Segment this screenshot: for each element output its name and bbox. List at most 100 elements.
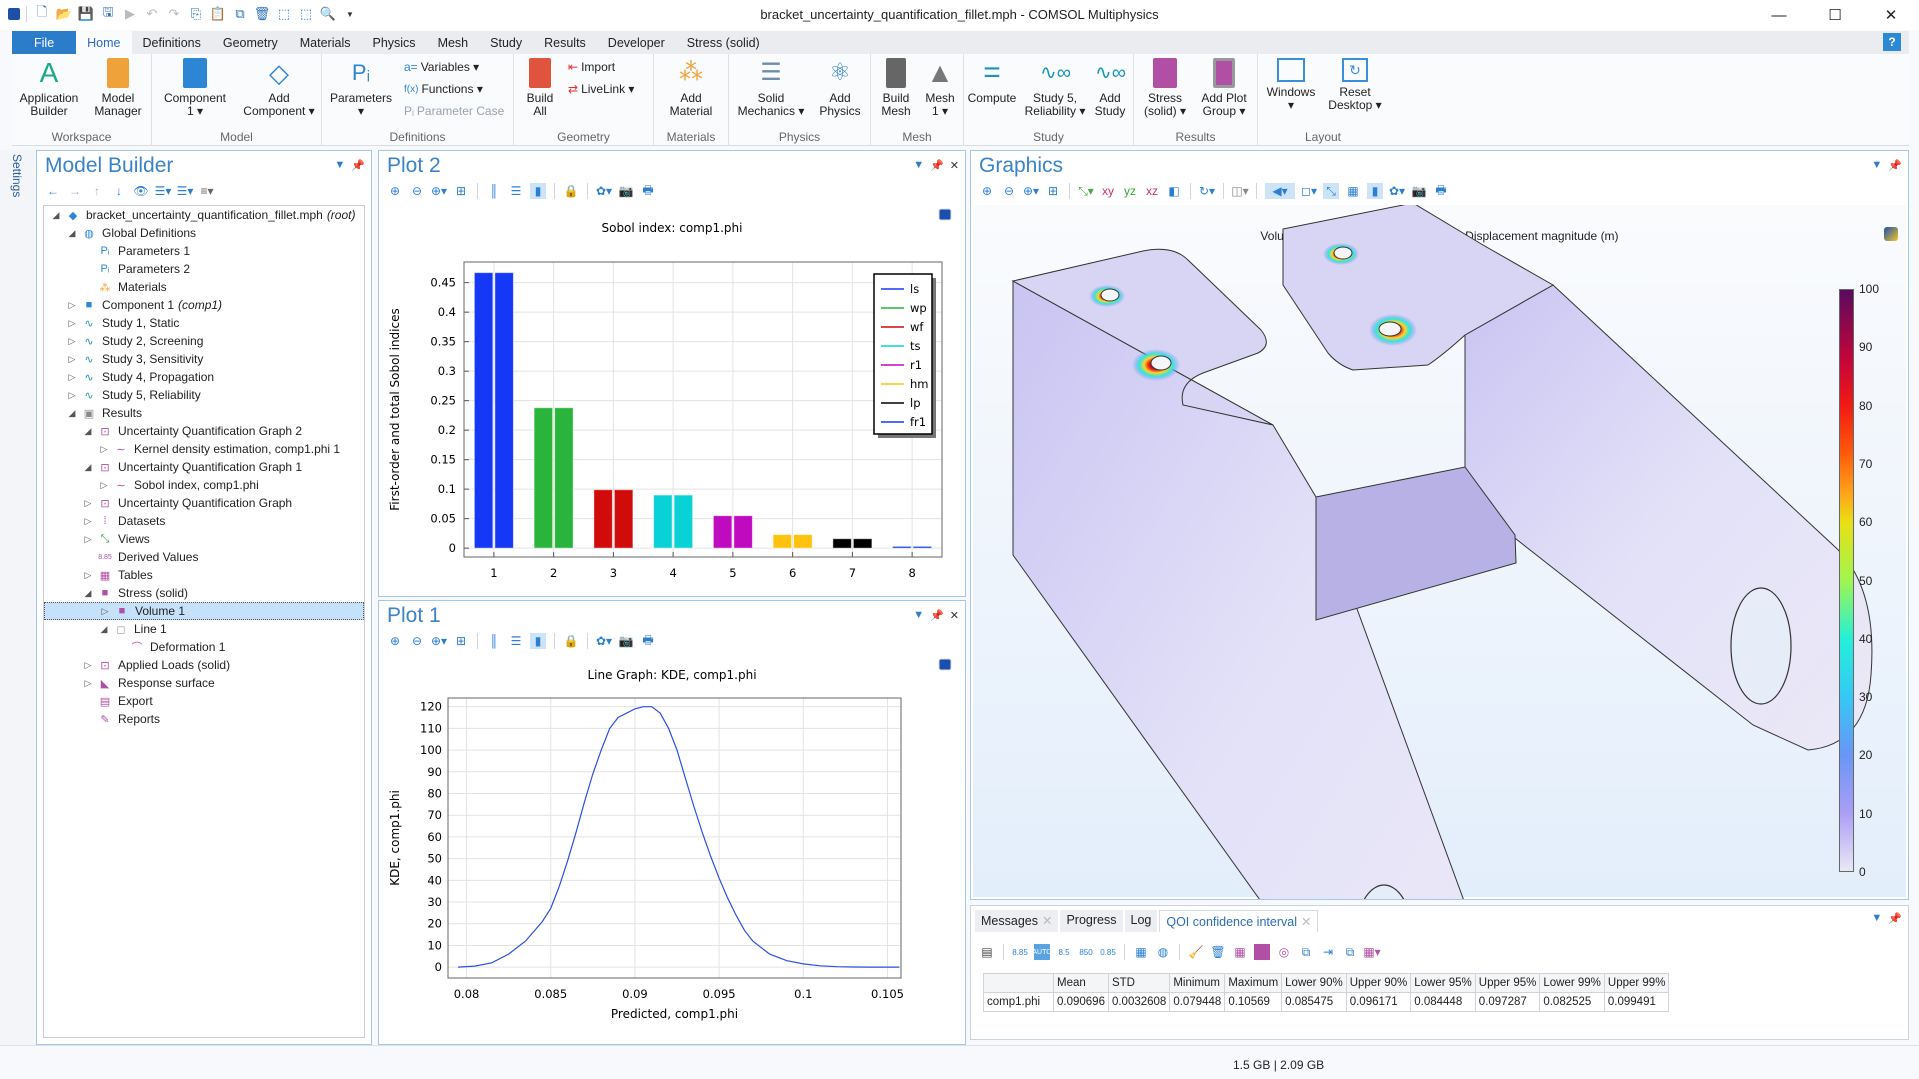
add-component-button[interactable]: ◇ Add Component ▾: [240, 58, 318, 118]
rotate-icon[interactable]: ↻▾: [1199, 183, 1215, 199]
collapse-toggle-icon[interactable]: ◢: [82, 588, 94, 599]
column-header[interactable]: Mean: [1053, 973, 1109, 993]
parameters-button[interactable]: Pᵢ Parameters ▾: [326, 58, 396, 118]
lock-icon[interactable]: 🔒: [563, 633, 579, 649]
application-builder-button[interactable]: A Application Builder: [18, 58, 80, 118]
graphics-canvas[interactable]: Volume: von Mises stress (MPa) Line: Dis…: [973, 205, 1906, 899]
tree-item[interactable]: 8.85 Derived Values: [44, 548, 364, 566]
column-header[interactable]: STD: [1107, 973, 1171, 993]
tab-definitions[interactable]: Definitions: [132, 31, 212, 54]
close-panel-icon[interactable]: ✕: [950, 159, 959, 172]
build-all-button[interactable]: Build All: [520, 58, 560, 118]
table-surface-icon[interactable]: [1254, 944, 1270, 960]
legend-toggle-icon[interactable]: [938, 208, 952, 221]
tree-item[interactable]: ▷ ⊡ Uncertainty Quantification Graph: [44, 494, 364, 512]
tree-item[interactable]: ▷ ■ Volume 1: [44, 602, 364, 620]
zoom-out-icon[interactable]: ⊖: [409, 183, 425, 199]
pin-icon[interactable]: 📌: [930, 609, 944, 622]
transparency-icon[interactable]: ◫▾: [1231, 183, 1248, 199]
expand-toggle-icon[interactable]: ▷: [82, 516, 94, 527]
tree-item[interactable]: ▷ ⊡ Applied Loads (solid): [44, 656, 364, 674]
tree-item[interactable]: ◢ ▣ Results: [44, 404, 364, 422]
add-plot-group-button[interactable]: Add Plot Group ▾: [1194, 58, 1254, 118]
zoom-extents-icon[interactable]: ⊞: [453, 633, 469, 649]
tree-item[interactable]: ✎ Reports: [44, 710, 364, 728]
select-mode-icon[interactable]: ◀▾: [1265, 183, 1295, 199]
pin-icon[interactable]: 📌: [351, 159, 365, 172]
collapse-toggle-icon[interactable]: ◢: [82, 426, 94, 437]
panel-menu-icon[interactable]: ▼: [334, 159, 345, 172]
collapse-sections-icon[interactable]: ☰▾: [177, 183, 194, 199]
tab-file[interactable]: File: [12, 31, 77, 54]
scene-light-icon[interactable]: ✿▾: [596, 633, 612, 649]
clear-icon[interactable]: 🧹: [1188, 944, 1204, 960]
expand-toggle-icon[interactable]: ▷: [66, 318, 78, 329]
axis-orientation-icon[interactable]: ⤡: [1323, 183, 1339, 199]
print-icon[interactable]: 🖶: [640, 183, 656, 199]
expand-toggle-icon[interactable]: ▷: [66, 300, 78, 311]
expand-toggle-icon[interactable]: ▷: [82, 678, 94, 689]
tree-item[interactable]: ▤ Export: [44, 692, 364, 710]
show-icon[interactable]: 👁: [133, 183, 149, 199]
delete-icon[interactable]: 🗑: [1210, 944, 1226, 960]
tree-item[interactable]: ⁂ Materials: [44, 278, 364, 296]
tree-item[interactable]: ▷ ▦ Tables: [44, 566, 364, 584]
close-button[interactable]: ✕: [1863, 0, 1919, 30]
close-tab-icon[interactable]: ✕: [1042, 914, 1052, 928]
pin-icon[interactable]: 📌: [930, 159, 944, 172]
tree-item[interactable]: ▷ ∿ Study 3, Sensitivity: [44, 350, 364, 368]
mesh-button[interactable]: ▲ Mesh 1 ▾: [919, 58, 961, 118]
expand-toggle-icon[interactable]: ▷: [82, 660, 94, 671]
scene-light-icon[interactable]: ✿▾: [596, 183, 612, 199]
model-manager-button[interactable]: Model Manager: [88, 58, 148, 118]
tree-item[interactable]: Pᵢ Parameters 1: [44, 242, 364, 260]
expand-toggle-icon[interactable]: ▷: [66, 336, 78, 347]
yz-view-icon[interactable]: yz: [1122, 183, 1138, 199]
stress-solid-button[interactable]: Stress (solid) ▾: [1138, 58, 1192, 118]
legend-toggle-icon[interactable]: ▮: [530, 183, 546, 199]
panel-menu-icon[interactable]: ▼: [1871, 912, 1882, 925]
tab-home[interactable]: Home: [76, 31, 132, 54]
export-icon[interactable]: ⇥: [1320, 944, 1336, 960]
tree-item[interactable]: ▷ ∼ Kernel density estimation, comp1.phi 1: [44, 440, 364, 458]
column-header[interactable]: Maximum: [1224, 973, 1283, 993]
pin-icon[interactable]: 📌: [1888, 912, 1902, 925]
tab-mesh[interactable]: Mesh: [427, 31, 480, 54]
expand-toggle-icon[interactable]: ▷: [66, 372, 78, 383]
zoom-out-icon[interactable]: ⊖: [409, 633, 425, 649]
tree-item[interactable]: ▷ ∿ Study 5, Reliability: [44, 386, 364, 404]
tab-stress-solid[interactable]: Stress (solid): [676, 31, 771, 54]
tree-item[interactable]: ▷ ∿ Study 2, Screening: [44, 332, 364, 350]
tree-item[interactable]: ▷ ⁞ Datasets: [44, 512, 364, 530]
expand-sections-icon[interactable]: ☰▾: [155, 183, 172, 199]
xz-view-icon[interactable]: xz: [1144, 183, 1160, 199]
full-precision-icon[interactable]: ▦: [1133, 944, 1149, 960]
maximize-button[interactable]: ☐: [1807, 0, 1863, 30]
collapse-toggle-icon[interactable]: ◢: [98, 624, 110, 635]
zoom-out-icon[interactable]: ⊖: [1001, 183, 1017, 199]
format-auto-icon[interactable]: AUTO: [1032, 944, 1052, 960]
panel-menu-icon[interactable]: ▼: [913, 609, 924, 622]
image-snapshot-icon[interactable]: 📷: [618, 633, 634, 649]
table-settings-icon[interactable]: ▦▾: [1363, 944, 1380, 960]
expand-toggle-icon[interactable]: ▷: [82, 570, 94, 581]
format-decimal-icon[interactable]: 0.85: [1100, 944, 1116, 960]
print-icon[interactable]: 🖶: [1433, 183, 1449, 199]
tab-developer[interactable]: Developer: [597, 31, 676, 54]
x-grid-icon[interactable]: ║: [486, 633, 502, 649]
add-material-button[interactable]: ⁂ Add Material: [660, 58, 722, 118]
help-button[interactable]: ?: [1883, 33, 1901, 51]
zoom-box-icon[interactable]: ⊕▾: [431, 183, 447, 199]
zoom-in-icon[interactable]: ⊕: [387, 633, 403, 649]
column-header[interactable]: [983, 973, 1054, 993]
column-header[interactable]: Upper 95%: [1474, 973, 1541, 993]
close-tab-icon[interactable]: ✕: [1301, 915, 1311, 929]
tree-item[interactable]: ◢ ◆ bracket_uncertainty_quantification_fil…: [44, 206, 364, 224]
expand-toggle-icon[interactable]: ▷: [66, 390, 78, 401]
print-icon[interactable]: 🖶: [640, 633, 656, 649]
tab-log[interactable]: Log: [1124, 910, 1158, 932]
expand-toggle-icon[interactable]: ▷: [99, 606, 111, 617]
tab-messages[interactable]: Messages ✕: [975, 910, 1059, 932]
tab-progress[interactable]: Progress: [1060, 910, 1123, 932]
tree-item[interactable]: ▷ ∿ Study 1, Static: [44, 314, 364, 332]
